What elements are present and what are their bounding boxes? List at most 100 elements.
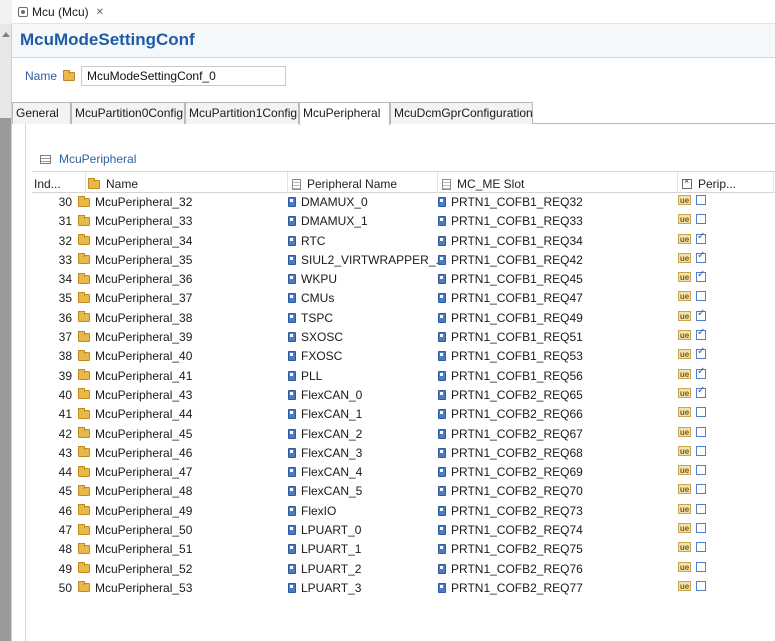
row-enable-cell[interactable]: ue: [678, 250, 706, 263]
table-row[interactable]: 47 McuPeripheral_50 LPUART_0 PRTN1_COFB2_RE…: [32, 521, 775, 540]
row-slot-cell[interactable]: PRTN1_COFB2_REQ69: [438, 465, 583, 479]
scroll-up-icon[interactable]: [2, 32, 10, 37]
row-peripheral-cell[interactable]: DMAMUX_0: [288, 195, 368, 209]
row-enable-cell[interactable]: ue: [678, 542, 706, 553]
table-row[interactable]: 46 McuPeripheral_49 FlexIO PRTN1_COFB2_REQ7…: [32, 502, 775, 521]
row-peripheral-cell[interactable]: FlexCAN_4: [288, 465, 362, 479]
row-slot-cell[interactable]: PRTN1_COFB2_REQ73: [438, 504, 583, 518]
row-peripheral-cell[interactable]: SXOSC: [288, 330, 343, 344]
table-row[interactable]: 38 McuPeripheral_40 FXOSC PRTN1_COFB1_REQ53…: [32, 346, 775, 366]
row-peripheral-cell[interactable]: LPUART_1: [288, 542, 361, 556]
peripheral-enable-checkbox[interactable]: [696, 291, 706, 302]
row-enable-cell[interactable]: ue: [678, 484, 706, 495]
section-title[interactable]: McuPeripheral: [59, 152, 136, 166]
peripheral-enable-checkbox[interactable]: [696, 523, 706, 534]
row-peripheral-cell[interactable]: LPUART_2: [288, 562, 361, 576]
row-name-cell[interactable]: McuPeripheral_53: [78, 581, 192, 595]
row-slot-cell[interactable]: PRTN1_COFB1_REQ49: [438, 311, 583, 325]
row-name-cell[interactable]: McuPeripheral_35: [78, 253, 192, 267]
row-enable-cell[interactable]: ue: [678, 465, 706, 476]
row-enable-cell[interactable]: ue: [678, 346, 706, 360]
tab-mcuperipheral[interactable]: McuPeripheral: [299, 102, 390, 125]
peripheral-enable-checkbox[interactable]: [696, 231, 706, 244]
row-slot-cell[interactable]: PRTN1_COFB2_REQ76: [438, 562, 583, 576]
row-name-cell[interactable]: McuPeripheral_49: [78, 504, 192, 518]
table-row[interactable]: 37 McuPeripheral_39 SXOSC PRTN1_COFB1_REQ51…: [32, 327, 775, 347]
row-enable-cell[interactable]: ue: [678, 214, 706, 225]
row-slot-cell[interactable]: PRTN1_COFB2_REQ65: [438, 388, 583, 402]
row-slot-cell[interactable]: PRTN1_COFB2_REQ74: [438, 523, 583, 537]
row-name-cell[interactable]: McuPeripheral_45: [78, 427, 192, 441]
row-name-cell[interactable]: McuPeripheral_40: [78, 349, 192, 363]
peripheral-enable-checkbox[interactable]: [696, 465, 706, 476]
tab-general[interactable]: General: [12, 102, 71, 124]
row-peripheral-cell[interactable]: CMUs: [288, 291, 334, 305]
table-row[interactable]: 34 McuPeripheral_36 WKPU PRTN1_COFB1_REQ45 u…: [32, 269, 775, 289]
row-slot-cell[interactable]: PRTN1_COFB1_REQ53: [438, 349, 583, 363]
table-row[interactable]: 33 McuPeripheral_35 SIUL2_VIRTWRAPPER_... P…: [32, 250, 775, 270]
row-name-cell[interactable]: McuPeripheral_39: [78, 330, 192, 344]
row-enable-cell[interactable]: ue: [678, 580, 706, 591]
tab-mcupartition1config[interactable]: McuPartition1Config: [185, 102, 299, 124]
row-name-cell[interactable]: McuPeripheral_48: [78, 484, 192, 498]
row-name-cell[interactable]: McuPeripheral_52: [78, 562, 192, 576]
row-enable-cell[interactable]: ue: [678, 407, 706, 418]
row-peripheral-cell[interactable]: FlexCAN_0: [288, 388, 362, 402]
row-slot-cell[interactable]: PRTN1_COFB1_REQ34: [438, 234, 583, 248]
row-slot-cell[interactable]: PRTN1_COFB1_REQ42: [438, 253, 583, 267]
row-name-cell[interactable]: McuPeripheral_43: [78, 388, 192, 402]
peripheral-enable-checkbox[interactable]: [696, 484, 706, 495]
row-slot-cell[interactable]: PRTN1_COFB1_REQ32: [438, 195, 583, 209]
peripheral-enable-checkbox[interactable]: [696, 561, 706, 572]
row-enable-cell[interactable]: ue: [678, 503, 706, 514]
peripheral-enable-checkbox[interactable]: [696, 407, 706, 418]
tab-mcudcmgprconfiguration[interactable]: McuDcmGprConfiguration: [390, 102, 533, 124]
peripheral-enable-checkbox[interactable]: [696, 580, 706, 591]
row-peripheral-cell[interactable]: TSPC: [288, 311, 333, 325]
row-slot-cell[interactable]: PRTN1_COFB2_REQ77: [438, 581, 583, 595]
peripheral-enable-checkbox[interactable]: [696, 503, 706, 514]
table-row[interactable]: 42 McuPeripheral_45 FlexCAN_2 PRTN1_COFB2_R…: [32, 425, 775, 444]
table-row[interactable]: 32 McuPeripheral_34 RTC PRTN1_COFB1_REQ34 ue: [32, 231, 775, 251]
table-row[interactable]: 50 McuPeripheral_53 LPUART_3 PRTN1_COFB2_RE…: [32, 579, 775, 598]
row-slot-cell[interactable]: PRTN1_COFB2_REQ75: [438, 542, 583, 556]
table-row[interactable]: 48 McuPeripheral_51 LPUART_1 PRTN1_COFB2_RE…: [32, 540, 775, 559]
column-header-name[interactable]: Name: [86, 172, 288, 193]
row-name-cell[interactable]: McuPeripheral_41: [78, 369, 192, 383]
row-enable-cell[interactable]: ue: [678, 269, 706, 283]
peripheral-enable-checkbox[interactable]: [696, 542, 706, 553]
row-slot-cell[interactable]: PRTN1_COFB2_REQ66: [438, 407, 583, 421]
row-slot-cell[interactable]: PRTN1_COFB2_REQ70: [438, 484, 583, 498]
row-name-cell[interactable]: McuPeripheral_46: [78, 446, 192, 460]
row-enable-cell[interactable]: ue: [678, 561, 706, 572]
row-name-cell[interactable]: McuPeripheral_36: [78, 272, 192, 286]
table-row[interactable]: 40 McuPeripheral_43 FlexCAN_0 PRTN1_COFB2_R…: [32, 385, 775, 405]
peripheral-enable-checkbox[interactable]: [696, 366, 706, 379]
row-enable-cell[interactable]: ue: [678, 426, 706, 437]
peripheral-enable-checkbox[interactable]: [696, 250, 706, 263]
row-peripheral-cell[interactable]: FXOSC: [288, 349, 342, 363]
row-enable-cell[interactable]: ue: [678, 523, 706, 534]
table-row[interactable]: 30 McuPeripheral_32 DMAMUX_0 PRTN1_COFB1_RE…: [32, 193, 775, 212]
peripheral-enable-checkbox[interactable]: [696, 308, 706, 321]
row-enable-cell[interactable]: ue: [678, 366, 706, 379]
table-row[interactable]: 45 McuPeripheral_48 FlexCAN_5 PRTN1_COFB2_R…: [32, 482, 775, 501]
peripheral-enable-checkbox[interactable]: [696, 214, 706, 225]
row-name-cell[interactable]: McuPeripheral_34: [78, 234, 192, 248]
table-row[interactable]: 36 McuPeripheral_38 TSPC PRTN1_COFB1_REQ49 u…: [32, 308, 775, 328]
row-peripheral-cell[interactable]: FlexCAN_1: [288, 407, 362, 421]
row-peripheral-cell[interactable]: FlexIO: [288, 504, 336, 518]
row-name-cell[interactable]: McuPeripheral_50: [78, 523, 192, 537]
row-enable-cell[interactable]: ue: [678, 231, 706, 244]
table-row[interactable]: 39 McuPeripheral_41 PLL PRTN1_COFB1_REQ56 ue: [32, 366, 775, 386]
column-header-peripheral-name[interactable]: Peripheral Name: [288, 172, 438, 193]
row-enable-cell[interactable]: ue: [678, 385, 706, 398]
row-enable-cell[interactable]: ue: [678, 308, 706, 321]
row-peripheral-cell[interactable]: PLL: [288, 369, 322, 383]
table-row[interactable]: 31 McuPeripheral_33 DMAMUX_1 PRTN1_COFB1_RE…: [32, 212, 775, 231]
row-enable-cell[interactable]: ue: [678, 445, 706, 456]
column-header-mcme-slot[interactable]: MC_ME Slot: [438, 172, 678, 193]
row-peripheral-cell[interactable]: LPUART_3: [288, 581, 361, 595]
row-name-cell[interactable]: McuPeripheral_51: [78, 542, 192, 556]
row-name-cell[interactable]: McuPeripheral_37: [78, 291, 192, 305]
